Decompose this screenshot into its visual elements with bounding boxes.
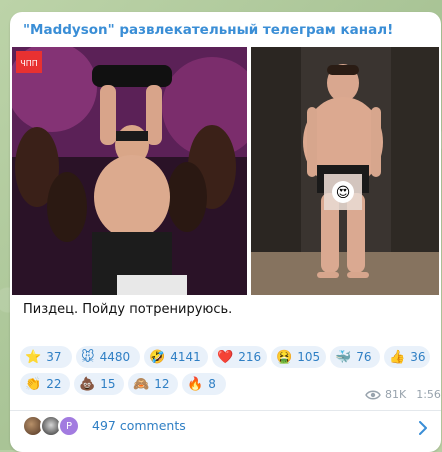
poop-icon: 💩 — [79, 376, 96, 392]
reaction-poop[interactable]: 💩 15 — [74, 373, 124, 395]
fire-icon: 🔥 — [187, 376, 204, 392]
eye-icon — [365, 390, 381, 399]
photo-right[interactable]: 😍 — [251, 47, 439, 295]
reaction-count: 22 — [46, 377, 62, 391]
post-time: 1:56 — [416, 388, 441, 401]
reaction-star[interactable]: ⭐ 37 — [20, 346, 72, 368]
reaction-thumbs-up[interactable]: 👍 36 — [384, 346, 430, 368]
rofl-icon: 🤣 — [149, 349, 166, 365]
reaction-hamster[interactable]: 🐭 4480 — [76, 346, 140, 368]
view-count: 81K — [385, 388, 407, 401]
monkey-icon: 🙈 — [133, 376, 150, 392]
reaction-whale[interactable]: 🐳 76 — [330, 346, 380, 368]
reaction-count: 15 — [100, 377, 116, 391]
channel-post-bubble: "Maddyson" развлекательный телеграм кана… — [10, 12, 441, 452]
reaction-fire[interactable]: 🔥 8 — [182, 373, 226, 395]
chevron-right-icon[interactable] — [419, 421, 427, 435]
comments-link[interactable]: 497 comments — [92, 418, 186, 433]
photo-left[interactable]: ЧПП — [12, 47, 247, 295]
reaction-count: 216 — [238, 350, 262, 364]
photo-right-scene: 😍 — [251, 47, 439, 295]
reaction-count: 36 — [410, 350, 426, 364]
reaction-rofl[interactable]: 🤣 4141 — [144, 346, 208, 368]
clap-icon: 👏 — [25, 376, 42, 392]
channel-title[interactable]: "Maddyson" развлекательный телеграм кана… — [23, 22, 393, 38]
reaction-count: 8 — [208, 377, 216, 391]
vomit-icon: 🤮 — [276, 349, 293, 365]
reaction-count: 105 — [297, 350, 321, 364]
reaction-heart[interactable]: ❤️ 216 — [212, 346, 267, 368]
hamster-icon: 🐭 — [81, 349, 95, 365]
reaction-monkey[interactable]: 🙈 12 — [128, 373, 178, 395]
reaction-clap[interactable]: 👏 22 — [20, 373, 70, 395]
reaction-count: 12 — [154, 377, 170, 391]
heart-icon: ❤️ — [217, 349, 234, 365]
reaction-count: 4480 — [99, 350, 131, 364]
comments-row[interactable]: P 497 comments — [10, 411, 441, 451]
photo-left-scene: ЧПП — [12, 47, 247, 295]
reaction-count: 4141 — [170, 350, 201, 364]
post-meta: 81K 1:56 — [365, 388, 441, 401]
avatar: P — [58, 415, 80, 437]
whale-icon: 🐳 — [335, 349, 352, 365]
reaction-vomit[interactable]: 🤮 105 — [271, 346, 326, 368]
reaction-count: 76 — [356, 350, 372, 364]
thumbs-up-icon: 👍 — [389, 349, 406, 365]
post-caption: Пиздец. Пойду потренируюсь. — [23, 302, 233, 317]
avatar-letter: P — [65, 420, 73, 432]
left-badge: ЧПП — [20, 59, 38, 68]
reaction-count: 37 — [46, 350, 62, 364]
star-icon: ⭐ — [25, 349, 42, 365]
face-reaction: 😍 — [336, 185, 351, 201]
